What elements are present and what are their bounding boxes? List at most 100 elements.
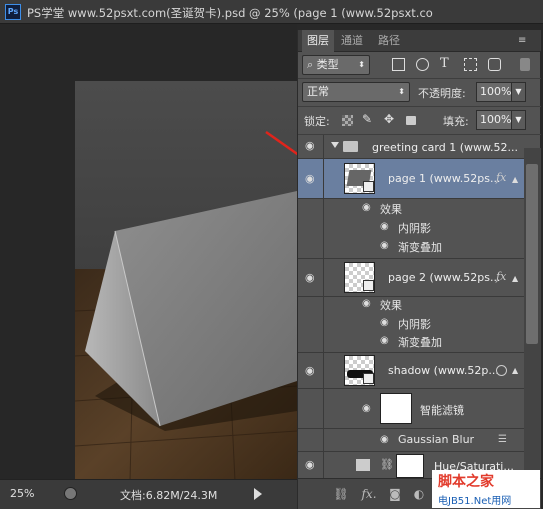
eye-icon: ◉ [305,458,315,471]
lock-all-icon[interactable] [406,116,416,125]
adjustment-layer-icon [356,459,370,471]
collapse-arrow-icon[interactable]: ▲ [512,175,518,184]
layer-thumbnail [344,163,375,194]
visibility-toggle[interactable]: ◉ [298,135,324,158]
group-layer-name[interactable]: greeting card 1 (www.52... [372,141,518,154]
fx-icon[interactable]: fx [496,270,506,283]
eye-icon[interactable]: ◉ [380,434,389,445]
panel-tab-bar: 图层 通道 路径 ≡ [298,30,541,52]
layer-name[interactable]: page 1 (www.52ps... [388,172,500,185]
layer-mask-thumbnail[interactable] [396,454,424,478]
canvas-area[interactable] [0,24,332,481]
fx-icon[interactable]: fx [496,171,506,184]
photoshop-logo-icon: Ps [5,4,21,20]
eye-icon[interactable]: ◉ [362,403,371,414]
search-icon: ⌕ [307,58,317,71]
eye-icon: ◉ [305,271,315,284]
effect-inner-shadow[interactable]: 内阴影 [398,316,431,332]
info-icon[interactable] [64,487,77,500]
collapse-arrow-icon[interactable]: ▲ [512,274,518,283]
column-spacer [298,429,324,451]
watermark-title: 脚本之家 [438,474,494,490]
lock-pixels-icon[interactable]: ✎ [362,112,372,126]
visibility-toggle[interactable]: ◉ [298,259,324,296]
smart-object-badge-icon [363,181,374,192]
eye-icon[interactable]: ◉ [362,298,371,309]
effects-block-page1: ◉ 效果 ◉ 内阴影 ◉ 渐变叠加 [298,199,524,259]
add-mask-icon[interactable]: ◙ [386,485,404,503]
panel-menu-icon[interactable]: ≡ [518,35,526,46]
layers-panel: 图层 通道 路径 ≡ ⌕ 类型 ⬍ T 正常 ⬍ 不透明度: 100% ▼ 锁定: … [297,30,541,509]
lock-position-icon[interactable]: ✥ [384,112,394,126]
link-layers-icon[interactable]: ⛓ [332,485,350,503]
filter-kind-label: 类型 [316,58,339,71]
opacity-arrow-icon[interactable]: ▼ [512,82,526,102]
filter-smart-object-icon[interactable] [488,58,501,71]
dropdown-arrow-icon: ⬍ [358,60,365,69]
filter-pixel-icon[interactable] [392,58,405,71]
eye-icon[interactable]: ◉ [380,240,389,251]
layer-group-row[interactable]: ◉ greeting card 1 (www.52... [298,135,524,159]
filter-shape-icon[interactable] [464,58,477,71]
document-title-bar[interactable]: Ps PS学堂 www.52psxt.com(圣诞贺卡).psd @ 25% (… [0,0,543,24]
link-chain-icon[interactable]: ⛓ [380,458,394,471]
new-adjustment-icon[interactable]: ◐ [410,485,428,503]
watermark: 脚本之家 电JB51.Net用网 [432,470,540,508]
fill-label: 填充: [443,115,469,128]
eye-icon[interactable]: ◉ [362,202,371,213]
visibility-toggle[interactable]: ◉ [298,159,324,198]
smart-object-icon [496,365,507,376]
column-spacer [298,389,324,428]
effect-gradient-overlay[interactable]: 渐变叠加 [398,334,442,350]
status-bar: 25% 文档:6.82M/24.3M [0,479,297,509]
fill-arrow-icon[interactable]: ▼ [512,110,526,130]
zoom-level[interactable]: 25% [10,487,34,500]
play-arrow-icon[interactable] [254,488,262,500]
smart-filters-row[interactable]: ◉ 智能滤镜 [298,389,524,429]
effect-inner-shadow[interactable]: 内阴影 [398,220,431,236]
document-size-info: 文档:6.82M/24.3M [120,489,218,502]
eye-icon[interactable]: ◉ [380,335,389,346]
eye-icon: ◉ [305,139,315,152]
column-spacer [298,297,324,352]
divider [298,106,541,107]
filter-adjustment-icon[interactable] [416,58,429,71]
folder-icon [343,141,358,152]
lock-transparent-icon[interactable] [342,115,353,126]
layer-thumbnail [344,355,375,386]
layer-row-shadow[interactable]: ◉ shadow (www.52p... ▲ [298,353,524,389]
filter-options-icon[interactable]: ☰ [498,434,507,445]
visibility-toggle[interactable]: ◉ [298,353,324,388]
eye-icon[interactable]: ◉ [380,221,389,232]
layer-row-page1[interactable]: ◉ page 1 (www.52ps... fx ▲ [298,159,524,199]
layer-row-page2[interactable]: ◉ page 2 (www.52ps... fx ▲ [298,259,524,297]
divider [298,78,541,79]
blend-mode-dropdown[interactable]: 正常 ⬍ [302,82,410,102]
filter-name[interactable]: Gaussian Blur [398,433,474,446]
layer-name[interactable]: shadow (www.52p... [388,364,499,377]
opacity-label: 不透明度: [418,87,466,100]
scrollbar-thumb[interactable] [526,164,538,344]
fill-field[interactable]: 100% [476,110,512,130]
opacity-field[interactable]: 100% [476,82,512,102]
eye-icon[interactable]: ◉ [380,317,389,328]
layer-name[interactable]: page 2 (www.52ps... [388,271,500,284]
tab-layers[interactable]: 图层 [302,30,334,52]
tab-channels[interactable]: 通道 [336,30,368,52]
effect-gradient-overlay[interactable]: 渐变叠加 [398,239,442,255]
watermark-subtitle: 电JB51.Net用网 [438,496,512,507]
filter-type-icon[interactable]: T [440,56,449,71]
smart-object-badge-icon [363,373,374,384]
smart-object-badge-icon [363,280,374,291]
layers-scrollbar[interactable] [524,148,541,478]
filter-toggle-icon[interactable] [520,58,530,71]
collapse-arrow-icon[interactable]: ▲ [512,366,518,375]
add-style-fx-icon[interactable]: fx. [360,485,378,503]
expand-arrow-icon[interactable] [331,142,339,148]
filter-gaussian-blur-row[interactable]: ◉ Gaussian Blur ☰ [298,429,524,452]
visibility-toggle[interactable]: ◉ [298,452,324,478]
filter-mask-thumbnail[interactable] [380,393,412,424]
lock-label: 锁定: [304,115,330,128]
filter-kind-dropdown[interactable]: ⌕ 类型 ⬍ [302,55,370,75]
tab-paths[interactable]: 路径 [373,30,405,52]
